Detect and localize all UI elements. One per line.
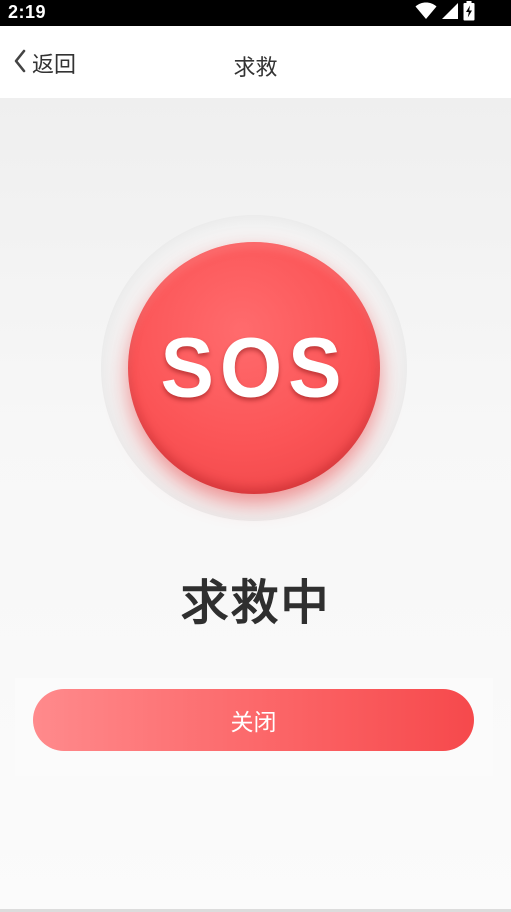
sos-button[interactable]: SOS [128,242,380,494]
status-bar: 2:19 [0,0,511,26]
wifi-icon [415,2,437,24]
sos-content: SOS 求救中 关闭 [0,98,511,912]
close-button[interactable]: 关闭 [33,689,474,751]
sos-button-halo: SOS [101,215,407,521]
cellular-signal-icon [441,2,459,24]
battery-charging-icon [463,1,475,25]
sos-status-text: 求救中 [180,575,331,631]
nav-bar: 返回 求救 [0,26,511,98]
status-icons [415,1,475,25]
sos-label: SOS [160,320,348,415]
page-title: 求救 [233,56,278,81]
status-time: 2:19 [8,2,47,22]
